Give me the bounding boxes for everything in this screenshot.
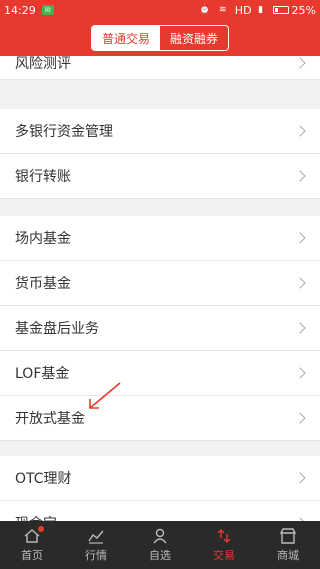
chevron-right-icon <box>294 367 306 379</box>
chevron-right-icon <box>294 412 306 424</box>
bottom-tab-bar: 首页 行情 自选 交易 商城 <box>0 521 320 569</box>
status-time: 14:29 <box>4 3 36 17</box>
menu-item-bank-transfer[interactable]: 银行转账 <box>0 154 320 199</box>
menu-item-after-hours-fund[interactable]: 基金盘后业务 <box>0 306 320 351</box>
menu-item-otc-finance[interactable]: OTC理财 <box>0 456 320 501</box>
menu-item-money-fund[interactable]: 货币基金 <box>0 261 320 306</box>
chevron-right-icon <box>294 277 306 289</box>
menu-list: 风险测评 多银行资金管理 银行转账 场内基金 货币基金 基金盘后业务 LOF基金… <box>0 56 320 521</box>
menu-item-label: 银行转账 <box>15 169 71 185</box>
notification-badge <box>38 526 44 532</box>
tab-shop[interactable]: 商城 <box>256 521 320 569</box>
header: 普通交易 融资融券 <box>0 20 320 56</box>
tab-watchlist[interactable]: 自选 <box>128 521 192 569</box>
alarm-icon: ⏰ <box>199 5 211 15</box>
chevron-right-icon <box>294 125 306 137</box>
menu-item-label: 风险测评 <box>15 56 71 72</box>
chart-icon <box>88 530 104 544</box>
battery-icon <box>272 6 289 14</box>
tab-home[interactable]: 首页 <box>0 521 64 569</box>
tab-label: 交易 <box>213 549 235 562</box>
message-icon: ✉ <box>41 5 54 15</box>
tab-trade[interactable]: 交易 <box>192 521 256 569</box>
tab-market[interactable]: 行情 <box>64 521 128 569</box>
tab-label: 自选 <box>149 549 171 562</box>
menu-item-cash-treasure[interactable]: 现金宝 <box>0 501 320 521</box>
shop-icon <box>279 528 297 544</box>
chevron-right-icon <box>294 232 306 244</box>
trade-mode-switch: 普通交易 融资融券 <box>91 25 229 51</box>
menu-item-risk-assessment[interactable]: 风险测评 <box>0 56 320 80</box>
tab-label: 行情 <box>85 549 107 562</box>
menu-item-label: 场内基金 <box>15 231 71 247</box>
battery-level: 25% <box>291 3 316 17</box>
menu-item-label: LOF基金 <box>15 366 70 382</box>
chevron-right-icon <box>294 322 306 334</box>
menu-item-open-end-fund[interactable]: 开放式基金 <box>0 396 320 441</box>
signal-icon: ▮ <box>258 5 264 15</box>
person-icon <box>153 528 167 544</box>
status-bar: 14:29 ✉ ⏰ ≋ HD ▮ 25% <box>0 0 320 20</box>
chevron-right-icon <box>294 56 306 69</box>
menu-item-label: 开放式基金 <box>15 411 85 427</box>
tab-normal-trade[interactable]: 普通交易 <box>92 26 160 50</box>
tab-margin-trade[interactable]: 融资融券 <box>160 26 228 50</box>
menu-item-exchange-fund[interactable]: 场内基金 <box>0 216 320 261</box>
annotation-arrow-icon <box>89 382 121 409</box>
chevron-right-icon <box>294 472 306 484</box>
menu-item-label: 现金宝 <box>15 513 57 521</box>
menu-item-label: 基金盘后业务 <box>15 321 99 337</box>
menu-item-label: OTC理财 <box>15 471 72 487</box>
menu-item-label: 货币基金 <box>15 276 71 292</box>
chevron-right-icon <box>294 170 306 182</box>
menu-item-lof-fund[interactable]: LOF基金 <box>0 351 320 396</box>
menu-item-label: 多银行资金管理 <box>15 124 113 140</box>
network-label: HD <box>234 3 252 17</box>
trade-icon <box>217 529 231 543</box>
wifi-icon: ≋ <box>219 5 227 15</box>
tab-label: 首页 <box>21 549 43 562</box>
status-right: ⏰ ≋ HD ▮ 25% <box>199 4 316 17</box>
tab-label: 商城 <box>277 549 299 562</box>
menu-item-multi-bank[interactable]: 多银行资金管理 <box>0 109 320 154</box>
